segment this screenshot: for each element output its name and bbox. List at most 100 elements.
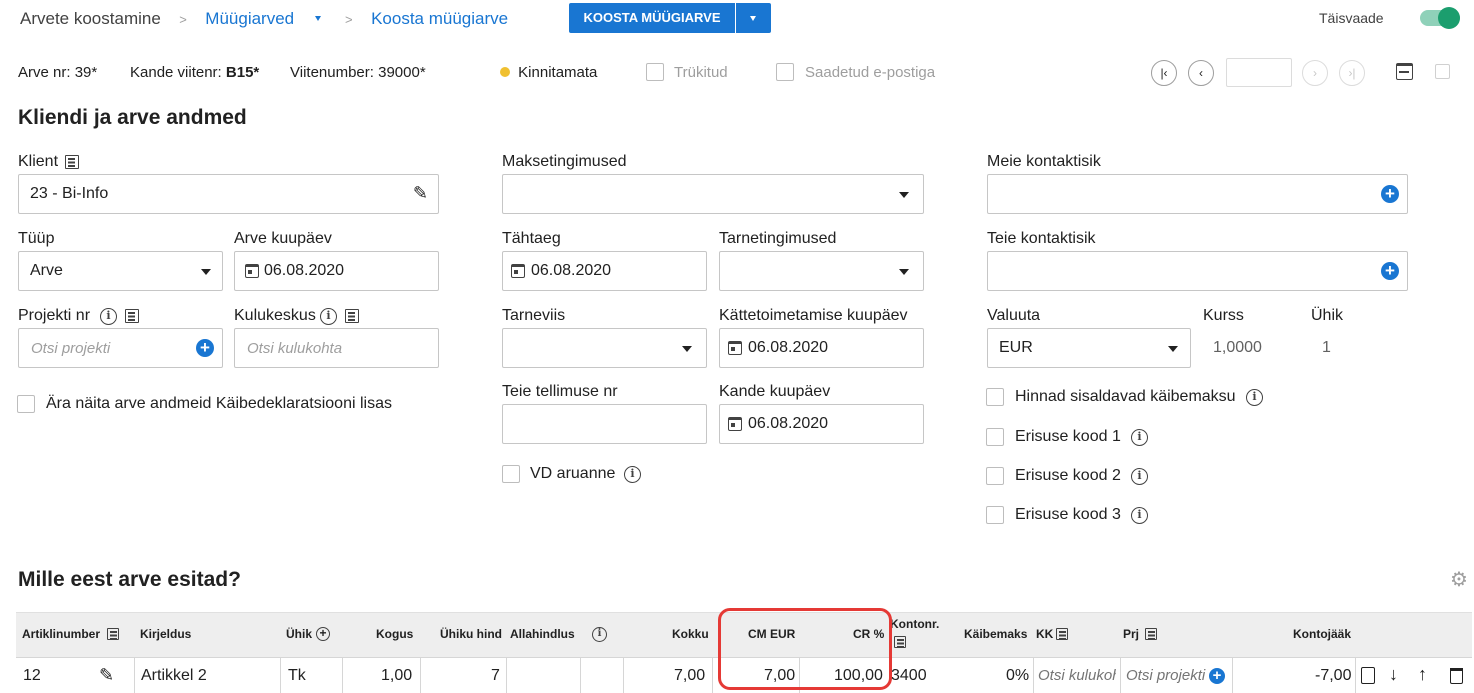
column-account-no[interactable]: Kontonr. <box>890 617 939 631</box>
row-unit[interactable]: Tk <box>288 667 306 685</box>
last-page-icon[interactable]: ›| <box>1339 60 1365 86</box>
list-icon[interactable] <box>1145 628 1157 640</box>
emailed-checkbox[interactable] <box>776 63 794 81</box>
info-icon[interactable]: i <box>1246 389 1263 406</box>
delivery-method-select[interactable] <box>502 328 707 368</box>
create-invoice-button[interactable]: KOOSTA MÜÜGIARVE <box>569 3 735 33</box>
add-contact-icon[interactable]: + <box>1381 185 1399 203</box>
column-kk[interactable]: KK <box>1036 627 1053 641</box>
list-icon[interactable] <box>894 636 906 648</box>
prices-incl-vat-label: Hinnad sisaldavad käibemaksu <box>1015 388 1236 405</box>
delivery-terms-label: Tarnetingimused <box>719 230 837 247</box>
project-placeholder: Otsi projekti <box>31 340 111 357</box>
add-circle-icon[interactable]: + <box>316 627 330 641</box>
arrow-up-icon[interactable]: ↑ <box>1418 664 1427 685</box>
column-unit[interactable]: Ühik <box>286 627 312 641</box>
next-page-icon[interactable]: › <box>1302 60 1328 86</box>
calendar-icon[interactable] <box>728 417 742 431</box>
entry-date-label: Kande kuupäev <box>719 383 831 400</box>
list-icon[interactable] <box>107 628 119 640</box>
column-vat[interactable]: Käibemaks <box>964 627 1027 641</box>
rate-value: 1,0000 <box>1213 339 1262 356</box>
calendar-icon[interactable] <box>245 264 259 278</box>
type-label: Tüüp <box>18 230 55 247</box>
page-number-input[interactable] <box>1226 58 1292 87</box>
breadcrumb-root[interactable]: Arvete koostamine <box>20 9 161 28</box>
chevron-down-icon[interactable] <box>314 15 321 21</box>
row-article[interactable]: 12 <box>23 667 41 685</box>
prev-page-icon[interactable]: ‹ <box>1188 60 1214 86</box>
our-contact-field[interactable]: + <box>987 174 1408 214</box>
invoice-date-field[interactable]: 06.08.2020 <box>234 251 439 291</box>
calendar-icon[interactable] <box>728 341 742 355</box>
special-code1-checkbox[interactable] <box>986 428 1004 446</box>
row-vat[interactable]: 0% <box>1006 667 1029 685</box>
entry-date-value: 06.08.2020 <box>748 415 829 432</box>
your-contact-field[interactable]: + <box>987 251 1408 291</box>
breadcrumb-invoices[interactable]: Müügiarved <box>205 9 294 28</box>
breadcrumb-current[interactable]: Koosta müügiarve <box>371 9 508 28</box>
list-icon[interactable] <box>1056 628 1068 640</box>
row-description[interactable]: Artikkel 2 <box>141 667 207 685</box>
list-icon[interactable] <box>345 309 359 323</box>
add-project-icon[interactable]: + <box>1209 668 1225 684</box>
printed-checkbox[interactable] <box>646 63 664 81</box>
info-icon[interactable]: i <box>1131 429 1148 446</box>
special-code2-checkbox[interactable] <box>986 467 1004 485</box>
payment-terms-select[interactable] <box>502 174 924 214</box>
create-invoice-dropdown-button[interactable] <box>736 3 771 33</box>
info-icon[interactable]: i <box>1131 468 1148 485</box>
column-quantity[interactable]: Kogus <box>376 627 413 641</box>
list-icon[interactable] <box>65 155 79 169</box>
pencil-icon[interactable]: ✎ <box>99 665 114 686</box>
column-article[interactable]: Artiklinumber <box>22 627 100 641</box>
order-number-field[interactable] <box>502 404 707 444</box>
column-discount[interactable]: Allahindlus <box>510 627 575 641</box>
client-field[interactable]: 23 - Bi-Info ✎ <box>18 174 439 214</box>
trash-icon[interactable] <box>1450 668 1463 684</box>
cell-divider <box>1355 657 1356 693</box>
cost-center-search-field[interactable]: Otsi kulukohta <box>234 328 439 368</box>
info-icon[interactable]: i <box>320 308 337 325</box>
currency-select[interactable]: EUR <box>987 328 1191 368</box>
info-icon[interactable]: i <box>624 466 641 483</box>
first-page-icon[interactable]: |‹ <box>1151 60 1177 86</box>
row-prj-search[interactable]: Otsi projekti <box>1126 667 1205 684</box>
row-kk-search[interactable]: Otsi kulukoht <box>1038 667 1116 684</box>
column-description[interactable]: Kirjeldus <box>140 627 191 641</box>
column-prj[interactable]: Prj <box>1123 627 1139 641</box>
row-account-no[interactable]: 3400 <box>891 667 927 685</box>
column-total[interactable]: Kokku <box>672 627 709 641</box>
caret-down-icon <box>1168 346 1178 352</box>
image-icon[interactable] <box>1435 64 1450 79</box>
handover-date-field[interactable]: 06.08.2020 <box>719 328 924 368</box>
add-contact-icon[interactable]: + <box>1381 262 1399 280</box>
fullview-toggle[interactable] <box>1420 7 1460 29</box>
vd-report-checkbox[interactable] <box>502 465 520 483</box>
calendar-icon[interactable] <box>511 264 525 278</box>
row-quantity[interactable]: 1,00 <box>381 667 412 685</box>
caret-down-icon <box>201 269 211 275</box>
entry-date-field[interactable]: 06.08.2020 <box>719 404 924 444</box>
gear-icon[interactable]: ⚙ <box>1450 570 1468 590</box>
info-icon[interactable]: i <box>1131 507 1148 524</box>
add-project-icon[interactable]: + <box>196 339 214 357</box>
vat-declaration-checkbox[interactable] <box>17 395 35 413</box>
due-date-label: Tähtaeg <box>502 230 561 247</box>
list-icon[interactable] <box>125 309 139 323</box>
info-icon[interactable]: i <box>592 627 607 642</box>
type-select[interactable]: Arve <box>18 251 223 291</box>
column-unit-price[interactable]: Ühiku hind <box>440 627 502 641</box>
pencil-icon[interactable]: ✎ <box>413 183 428 204</box>
due-date-field[interactable]: 06.08.2020 <box>502 251 707 291</box>
calendar-swap-icon[interactable] <box>1396 63 1413 80</box>
row-unit-price[interactable]: 7 <box>491 667 500 685</box>
project-search-field[interactable]: Otsi projekti + <box>18 328 223 368</box>
delivery-terms-select[interactable] <box>719 251 924 291</box>
preview-icon[interactable] <box>1361 667 1375 684</box>
info-icon[interactable]: i <box>100 308 117 325</box>
special-code3-checkbox[interactable] <box>986 506 1004 524</box>
prices-incl-vat-checkbox[interactable] <box>986 388 1004 406</box>
arrow-down-icon[interactable]: ↓ <box>1389 664 1398 685</box>
column-balance[interactable]: Kontojääk <box>1293 627 1351 641</box>
